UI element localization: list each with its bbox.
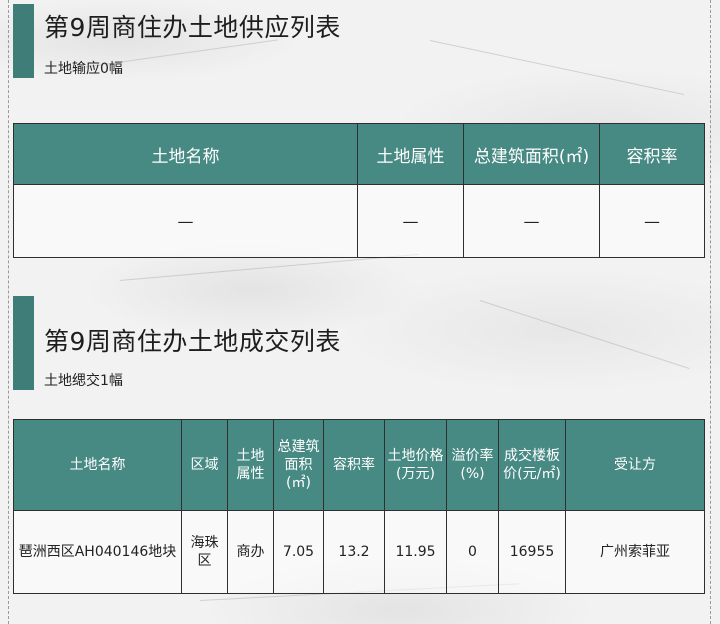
deal-cell-district: 海珠区 <box>181 510 228 594</box>
left-frame-line <box>8 0 9 624</box>
supply-cell-land-type: — <box>357 184 464 258</box>
deal-header-floor-area: 总建筑面积(㎡) <box>273 419 324 511</box>
deal-cell-land-type: 商办 <box>227 510 274 594</box>
supply-header-floor-area: 总建筑面积(㎡) <box>463 123 600 185</box>
deal-cell-floor-area: 7.05 <box>273 510 324 594</box>
supply-table-header-row: 土地名称 土地属性 总建筑面积(㎡) 容积率 <box>13 123 705 185</box>
deal-header-district: 区域 <box>181 419 228 511</box>
deal-cell-buyer: 广州索菲亚 <box>565 510 705 594</box>
supply-cell-floor-area: — <box>463 184 600 258</box>
table-row: 琶洲西区AH040146地块 海珠区 商办 7.05 13.2 11.95 0 … <box>13 510 705 594</box>
deal-cell-premium-rate: 0 <box>446 510 499 594</box>
deal-table-header-row: 土地名称 区域 土地属性 总建筑面积(㎡) 容积率 土地价格(万元) 溢价率(%… <box>13 419 705 511</box>
supply-table: 土地名称 土地属性 总建筑面积(㎡) 容积率 — — — — <box>13 123 705 258</box>
deal-header-land-name: 土地名称 <box>13 419 182 511</box>
deal-section-subtitle: 土地缌交1幅 <box>44 373 123 389</box>
deal-section-title: 第9周商住办土地成交列表 <box>44 327 341 356</box>
table-row: — — — — <box>13 184 705 258</box>
deal-header-floor-price: 成交楼板价(元/㎡) <box>498 419 566 511</box>
deal-cell-land-price: 11.95 <box>384 510 447 594</box>
supply-header-plot-ratio: 容积率 <box>599 123 705 185</box>
supply-cell-plot-ratio: — <box>599 184 705 258</box>
deal-header-buyer: 受让方 <box>565 419 705 511</box>
supply-header-land-type: 土地属性 <box>357 123 464 185</box>
supply-section-accent-bar <box>13 4 34 78</box>
deal-cell-floor-price: 16955 <box>498 510 566 594</box>
deal-section-accent-bar <box>13 296 34 390</box>
supply-cell-land-name: — <box>13 184 358 258</box>
deal-cell-land-name: 琶洲西区AH040146地块 <box>13 510 182 594</box>
supply-section-title: 第9周商住办土地供应列表 <box>44 13 341 42</box>
deal-header-premium-rate: 溢价率(%) <box>446 419 499 511</box>
deal-header-plot-ratio: 容积率 <box>323 419 385 511</box>
deal-table: 土地名称 区域 土地属性 总建筑面积(㎡) 容积率 土地价格(万元) 溢价率(%… <box>13 419 705 594</box>
right-frame-line <box>710 0 711 624</box>
deal-header-land-type: 土地属性 <box>227 419 274 511</box>
supply-header-land-name: 土地名称 <box>13 123 358 185</box>
deal-header-land-price: 土地价格(万元) <box>384 419 447 511</box>
supply-section-subtitle: 土地输应0幅 <box>44 61 123 77</box>
deal-cell-plot-ratio: 13.2 <box>323 510 385 594</box>
